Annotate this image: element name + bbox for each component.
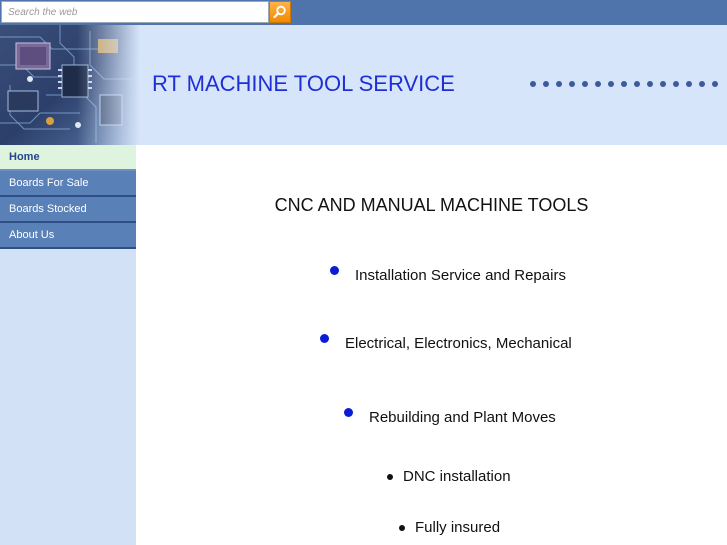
service-text: Electrical, Electronics, Mechanical bbox=[345, 335, 572, 352]
circuit-board-image bbox=[0, 25, 140, 145]
search-icon bbox=[273, 5, 286, 19]
nav-item-about-us[interactable]: About Us bbox=[0, 223, 136, 249]
service-item: Rebuilding and Plant Moves bbox=[344, 408, 556, 426]
service-text: DNC installation bbox=[403, 468, 511, 485]
search-input[interactable] bbox=[1, 1, 269, 23]
bullet-icon bbox=[330, 266, 339, 275]
service-item: Installation Service and Repairs bbox=[330, 266, 566, 284]
service-text: Fully insured bbox=[415, 519, 501, 536]
service-item: Electrical, Electronics, Mechanical bbox=[320, 334, 572, 352]
service-text: Rebuilding and Plant Moves bbox=[369, 409, 556, 426]
nav-item-home[interactable]: Home bbox=[0, 145, 136, 171]
service-text: Installation Service and Repairs bbox=[355, 267, 566, 284]
nav-item-boards-for-sale[interactable]: Boards For Sale bbox=[0, 171, 136, 197]
site-title: RT MACHINE TOOL SERVICE bbox=[152, 71, 455, 96]
main-content: CNC AND MANUAL MACHINE TOOLS Installatio… bbox=[136, 145, 727, 545]
service-item: Fully insured bbox=[399, 519, 500, 536]
page-heading: CNC AND MANUAL MACHINE TOOLS bbox=[274, 195, 589, 215]
sidebar-nav: Home Boards For Sale Boards Stocked Abou… bbox=[0, 145, 136, 545]
site-header: RT MACHINE TOOL SERVICE bbox=[0, 25, 727, 145]
search-button[interactable] bbox=[269, 1, 291, 23]
bullet-icon bbox=[399, 524, 405, 531]
bullet-icon bbox=[344, 408, 353, 417]
decorative-dots bbox=[530, 81, 718, 87]
bullet-icon bbox=[387, 473, 393, 480]
nav-item-boards-stocked[interactable]: Boards Stocked bbox=[0, 197, 136, 223]
top-bar bbox=[0, 0, 727, 25]
service-item: DNC installation bbox=[387, 468, 511, 485]
bullet-icon bbox=[320, 334, 329, 343]
